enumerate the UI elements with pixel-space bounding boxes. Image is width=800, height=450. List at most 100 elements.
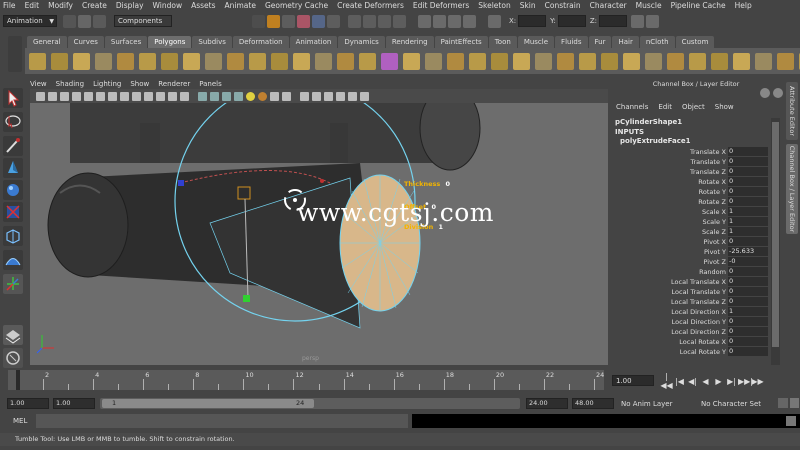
menu-create[interactable]: Create	[82, 1, 107, 10]
poly-cylinder-icon[interactable]	[73, 52, 90, 70]
channel-value[interactable]: 1	[728, 227, 768, 236]
gate-mask-icon[interactable]	[144, 91, 153, 101]
smooth-shade-icon[interactable]	[210, 91, 219, 101]
channel-name[interactable]: Pivot Y	[612, 248, 728, 256]
shelf-tab-muscle[interactable]: Muscle	[517, 36, 555, 48]
toggle-channel-box-icon[interactable]	[646, 14, 660, 28]
thickness-attr[interactable]: Thickness 0	[404, 180, 450, 188]
poly-torus-icon[interactable]	[139, 52, 156, 70]
move-tool-icon[interactable]	[3, 158, 23, 178]
shelf-tab-hair[interactable]: Hair	[612, 36, 639, 48]
poly-prism-icon[interactable]	[161, 52, 178, 70]
extrude-icon[interactable]	[513, 52, 530, 70]
wireframe-on-shaded-icon[interactable]	[222, 91, 231, 101]
ipr-render-icon[interactable]	[448, 14, 461, 28]
boolean-intersection-icon[interactable]	[425, 52, 442, 70]
boolean-difference-icon[interactable]	[403, 52, 420, 70]
current-time-marker[interactable]	[16, 370, 20, 390]
channel-name[interactable]: Local Direction Z	[612, 328, 728, 336]
poly-pipe-icon[interactable]	[205, 52, 222, 70]
animation-prefs-icon[interactable]	[790, 398, 799, 408]
z-field[interactable]	[599, 15, 628, 27]
channel-value[interactable]: 0	[728, 327, 768, 336]
shelf-tab-custom[interactable]: Custom	[675, 36, 715, 48]
x-field[interactable]	[518, 15, 547, 27]
split-polygon-icon[interactable]	[579, 52, 596, 70]
channel-name[interactable]: Pivot X	[612, 238, 728, 246]
scene-canvas[interactable]	[30, 103, 608, 365]
shelf-tab-dynamics[interactable]: Dynamics	[338, 36, 385, 48]
channel-row[interactable]: Local Rotate Y0	[612, 347, 770, 357]
shelf-tab-fluids[interactable]: Fluids	[555, 36, 588, 48]
new-scene-icon[interactable]	[63, 14, 76, 28]
channel-name[interactable]: Scale X	[612, 208, 728, 216]
menu-window[interactable]: Window	[153, 1, 183, 10]
channel-value[interactable]: 0	[728, 157, 768, 166]
play-forwards-button[interactable]: ▶	[712, 377, 725, 386]
channel-row[interactable]: Local Translate X0	[612, 277, 770, 287]
channel-box-object-name[interactable]: pCylinderShape1	[612, 118, 770, 128]
combine-icon[interactable]	[293, 52, 310, 70]
menu-constrain[interactable]: Constrain	[545, 1, 581, 10]
show-manipulator-tool-icon[interactable]	[3, 274, 23, 294]
poke-faces-icon[interactable]	[733, 52, 750, 70]
scale-tool-icon[interactable]	[3, 202, 23, 222]
channel-name[interactable]: Scale Y	[612, 218, 728, 226]
command-line-input[interactable]	[36, 414, 408, 428]
character-set-dropdown[interactable]: No Character Set	[698, 398, 774, 409]
viewport-menu-shading[interactable]: Shading	[56, 80, 84, 88]
film-gate-icon[interactable]	[120, 91, 129, 101]
input-output-icon[interactable]	[488, 14, 501, 28]
channel-value[interactable]: 0	[728, 147, 768, 156]
component-mask-icon[interactable]	[282, 14, 295, 28]
channel-value[interactable]: 0	[728, 197, 768, 206]
channel-name[interactable]: Local Direction Y	[612, 318, 728, 326]
channel-row[interactable]: Local Rotate X0	[612, 337, 770, 347]
offset-edge-loop-icon[interactable]	[623, 52, 640, 70]
layout-single-pane-icon[interactable]	[3, 325, 23, 345]
channel-row[interactable]: Local Direction X1	[612, 307, 770, 317]
toggle-attribute-editor-icon[interactable]	[631, 14, 645, 28]
channel-name[interactable]: Translate Z	[612, 168, 728, 176]
channel-row[interactable]: Rotate X0	[612, 177, 770, 187]
channel-row[interactable]: Local Direction Y0	[612, 317, 770, 327]
outliner-layout-icon[interactable]	[3, 348, 23, 368]
poly-cone-icon[interactable]	[95, 52, 112, 70]
menu-skeleton[interactable]: Skeleton	[478, 1, 510, 10]
tab-channel-box[interactable]: Channel Box / Layer Editor	[786, 144, 798, 234]
command-language-label[interactable]: MEL	[13, 417, 27, 425]
select-tool-icon[interactable]	[3, 88, 23, 108]
paint-select-tool-icon[interactable]	[3, 136, 23, 156]
open-scene-icon[interactable]	[78, 14, 91, 28]
bookmark-icon[interactable]	[60, 91, 69, 101]
range-slider-handle[interactable]	[102, 399, 314, 408]
textured-icon[interactable]	[234, 91, 243, 101]
select-camera-icon[interactable]	[36, 91, 45, 101]
face-mask-icon[interactable]	[327, 14, 340, 28]
resolution-gate-icon[interactable]	[132, 91, 141, 101]
channel-value[interactable]: 0	[728, 177, 768, 186]
wireframe-icon[interactable]	[198, 91, 207, 101]
auto-key-icon[interactable]	[778, 398, 788, 408]
playback-start-field[interactable]: 1.00	[53, 398, 95, 409]
y-field[interactable]	[557, 15, 586, 27]
channel-name[interactable]: Random	[612, 268, 728, 276]
use-all-lights-icon[interactable]	[246, 91, 255, 101]
channel-row[interactable]: Scale Y1	[612, 217, 770, 227]
fill-hole-icon[interactable]	[491, 52, 508, 70]
channel-row[interactable]: Rotate Z0	[612, 197, 770, 207]
xray-components-icon[interactable]	[360, 91, 369, 101]
poly-plane-icon[interactable]	[117, 52, 134, 70]
select-hierarchy-icon[interactable]	[252, 14, 265, 28]
motion-blur-icon[interactable]	[282, 91, 291, 101]
menu-skin[interactable]: Skin	[520, 1, 536, 10]
shelf-tab-deformation[interactable]: Deformation	[232, 36, 289, 48]
bevel-icon[interactable]	[689, 52, 706, 70]
channel-value[interactable]: 0	[728, 167, 768, 176]
channel-row[interactable]: Scale Z1	[612, 227, 770, 237]
snap-view-plane-icon[interactable]	[393, 14, 406, 28]
average-vertices-icon[interactable]	[469, 52, 486, 70]
channel-name[interactable]: Translate X	[612, 148, 728, 156]
vertex-mask-icon[interactable]	[297, 14, 310, 28]
channel-name[interactable]: Local Translate Y	[612, 288, 728, 296]
